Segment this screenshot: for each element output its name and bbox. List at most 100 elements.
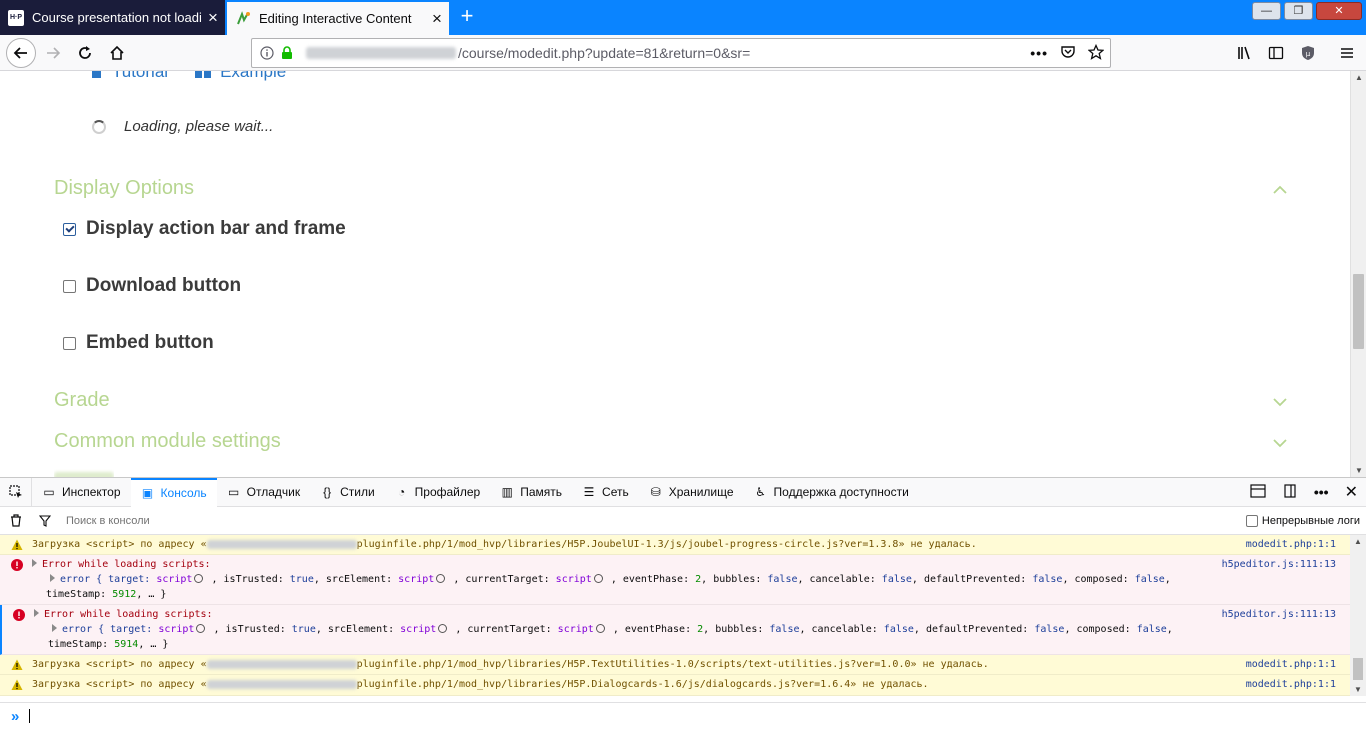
console-warning-message[interactable]: Загрузка <script> по адресу «pluginfile.… — [0, 675, 1350, 696]
devtools-tab-inspector[interactable]: ▭ Инспектор — [32, 478, 131, 507]
close-window-button[interactable]: ✕ — [1316, 2, 1362, 20]
spinner-icon — [92, 119, 106, 134]
expand-arrow-icon[interactable] — [52, 624, 57, 632]
page-actions-icon[interactable]: ••• — [1030, 45, 1048, 61]
cut-off-section-header — [54, 469, 114, 477]
option-display-action-bar[interactable]: Display action bar and frame — [63, 218, 346, 240]
node-target-icon[interactable] — [436, 574, 446, 583]
tab-course-presentation[interactable]: H·P Course presentation not loadin × — [0, 0, 225, 35]
element-picker-button[interactable] — [0, 477, 32, 507]
devtools-tab-accessibility[interactable]: ♿ Поддержка доступности — [744, 478, 919, 507]
inspector-icon: ▭ — [43, 485, 55, 499]
source-link[interactable]: modedit.php:1:1 — [1246, 679, 1336, 690]
console-icon: ▣ — [141, 486, 154, 500]
node-target-icon[interactable] — [593, 574, 603, 583]
close-devtools-icon[interactable]: ✕ — [1345, 482, 1358, 502]
source-link[interactable]: modedit.php:1:1 — [1246, 659, 1336, 670]
devtools-tab-memory[interactable]: ▥ Память — [490, 478, 572, 507]
page-scrollbar[interactable]: ▲ ▼ — [1350, 71, 1366, 477]
trash-icon — [11, 514, 21, 527]
forward-arrow-icon — [47, 47, 61, 59]
restore-button[interactable]: ❐ — [1284, 2, 1313, 20]
info-icon[interactable] — [260, 46, 276, 60]
chevron-down-icon[interactable] — [1272, 394, 1288, 410]
tutorial-link[interactable]: Tutorial — [90, 71, 168, 82]
ublock-button[interactable]: μ — [1293, 38, 1323, 68]
node-target-icon[interactable] — [194, 574, 204, 583]
console-input[interactable]: » — [0, 702, 1366, 729]
sidebar-button[interactable] — [1261, 38, 1291, 68]
node-target-icon[interactable] — [196, 624, 206, 633]
checkbox-unchecked[interactable] — [1245, 514, 1258, 527]
scroll-thumb[interactable] — [1353, 658, 1363, 680]
persist-logs-toggle[interactable]: Непрерывные логи — [1245, 514, 1360, 527]
warning-icon — [11, 539, 23, 550]
node-target-icon[interactable] — [438, 624, 448, 633]
library-button[interactable] — [1229, 38, 1259, 68]
console-warning-message[interactable]: Загрузка <script> по адресу «pluginfile.… — [0, 655, 1350, 675]
chevron-down-icon[interactable] — [1272, 435, 1288, 451]
source-link[interactable]: modedit.php:1:1 — [1246, 539, 1336, 550]
console-output: Загрузка <script> по адресу «pluginfile.… — [0, 535, 1350, 696]
redacted-url — [206, 659, 357, 669]
dock-side-icon[interactable] — [1282, 483, 1298, 501]
help-links: Tutorial Example — [90, 71, 286, 82]
devtools-tab-profiler[interactable]: ◔ Профайлер — [385, 478, 491, 507]
common-module-settings-header[interactable]: Common module settings — [54, 430, 281, 453]
expand-arrow-icon[interactable] — [34, 609, 39, 617]
chevron-up-icon[interactable] — [1272, 182, 1288, 198]
new-tab-button[interactable]: + — [455, 5, 479, 29]
expand-arrow-icon[interactable] — [50, 574, 55, 582]
more-options-icon[interactable]: ••• — [1314, 484, 1329, 500]
reload-button[interactable] — [70, 38, 100, 68]
devtools-tab-styles[interactable]: {} Стили — [310, 478, 385, 507]
text-caret — [29, 709, 31, 723]
grade-header[interactable]: Grade — [54, 389, 110, 412]
example-link[interactable]: Example — [194, 71, 286, 82]
pocket-icon[interactable] — [1060, 44, 1076, 63]
expand-arrow-icon[interactable] — [32, 559, 37, 567]
home-button[interactable] — [102, 38, 132, 68]
scroll-thumb[interactable] — [1353, 274, 1364, 349]
address-bar[interactable]: /course/modedit.php?update=81&return=0&s… — [251, 38, 1111, 68]
console-error-message[interactable]: Error while loading scripts: h5peditor.j… — [0, 555, 1350, 605]
menu-button[interactable] — [1332, 38, 1362, 68]
devtools-tab-storage[interactable]: ⛁ Хранилище — [639, 478, 744, 507]
page-content: Tutorial Example Loading, please wait...… — [0, 71, 1350, 477]
checkbox-unchecked[interactable] — [63, 336, 76, 350]
library-icon — [1238, 46, 1250, 60]
back-button[interactable] — [6, 38, 36, 68]
split-console-icon[interactable] — [1250, 483, 1266, 501]
gauge-icon: ◔ — [398, 485, 406, 499]
close-tab-icon[interactable]: × — [425, 9, 449, 29]
option-embed-button[interactable]: Embed button — [63, 332, 214, 354]
forward-button[interactable] — [38, 38, 68, 68]
tab-editing-interactive-content[interactable]: Editing Interactive Content × — [227, 0, 449, 35]
devtools-tab-console[interactable]: ▣ Консоль — [130, 477, 217, 507]
console-scrollbar[interactable]: ▲ ▼ — [1350, 535, 1366, 696]
option-download-button[interactable]: Download button — [63, 275, 241, 297]
display-options-header[interactable]: Display Options — [54, 177, 194, 200]
scroll-down-icon[interactable]: ▼ — [1355, 466, 1363, 475]
filter-icon[interactable] — [32, 514, 58, 527]
scroll-up-icon[interactable]: ▲ — [1354, 537, 1362, 546]
node-target-icon[interactable] — [595, 624, 605, 633]
clear-console-button[interactable] — [0, 514, 32, 527]
scroll-up-icon[interactable]: ▲ — [1355, 73, 1363, 82]
source-link[interactable]: h5peditor.js:111:13 — [1222, 559, 1336, 570]
console-warning-message[interactable]: Загрузка <script> по адресу «pluginfile.… — [0, 535, 1350, 555]
checkbox-unchecked[interactable] — [63, 279, 76, 293]
console-search-input[interactable]: Поиск в консоли — [66, 515, 1246, 527]
checkbox-checked[interactable] — [63, 222, 76, 236]
element-picker-icon — [8, 485, 22, 498]
source-link[interactable]: h5peditor.js:111:13 — [1222, 609, 1336, 620]
devtools-tab-network[interactable]: ☰ Сеть — [572, 478, 639, 507]
scroll-down-icon[interactable]: ▼ — [1354, 685, 1362, 694]
minimize-button[interactable]: — — [1252, 2, 1281, 20]
console-error-message[interactable]: Error while loading scripts: h5peditor.j… — [0, 605, 1350, 655]
accessibility-icon: ♿ — [755, 485, 766, 499]
window-controls: — ❐ ✕ — [1252, 2, 1362, 20]
devtools-tab-debugger[interactable]: ▭ Отладчик — [217, 478, 310, 507]
close-tab-icon[interactable]: × — [201, 8, 225, 28]
bookmark-star-icon[interactable] — [1087, 43, 1105, 63]
